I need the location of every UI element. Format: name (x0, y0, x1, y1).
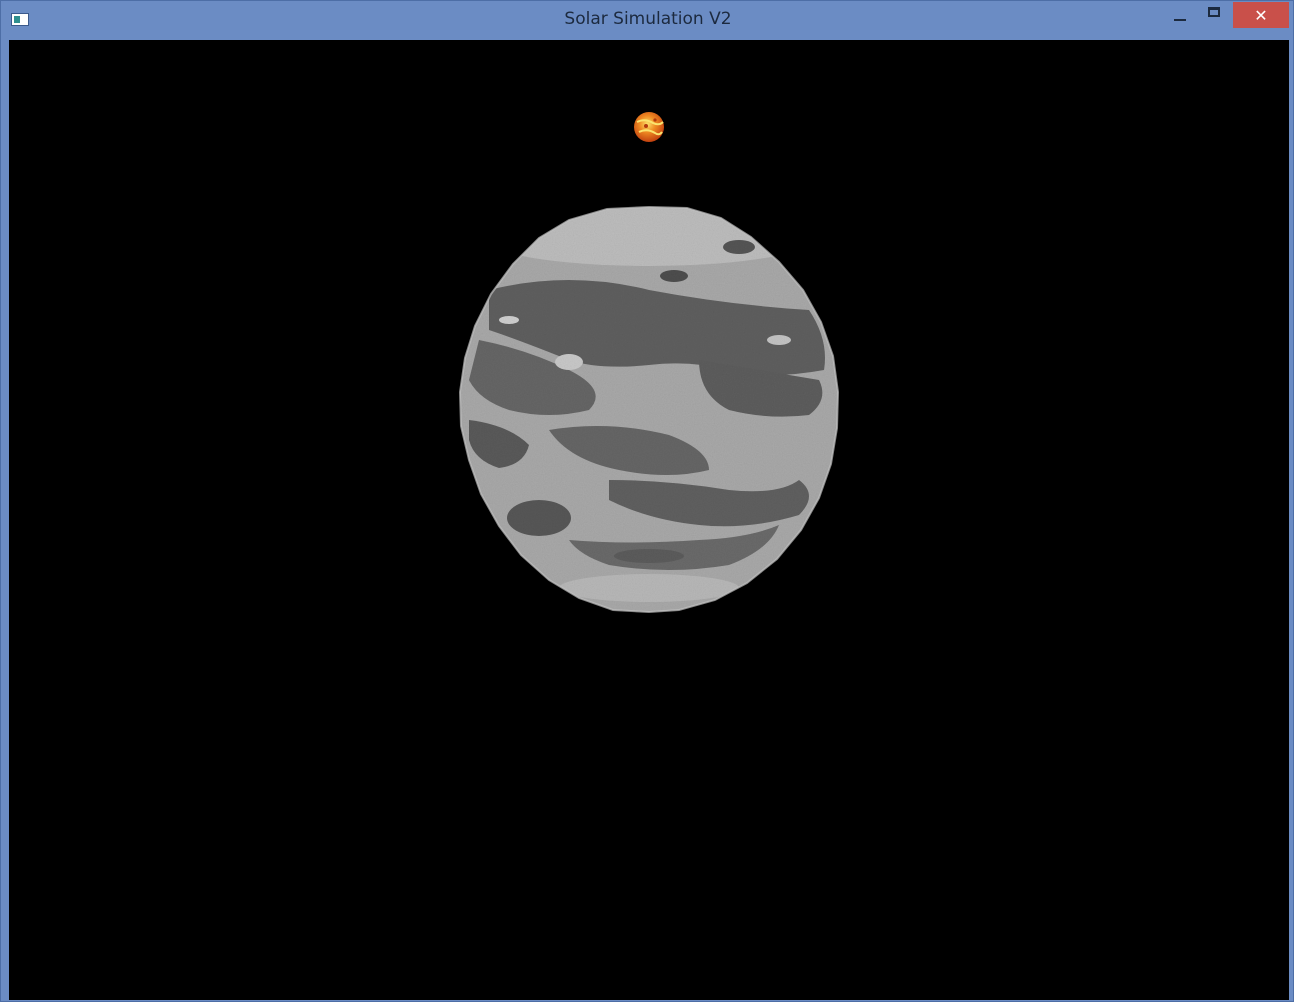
close-icon: ✕ (1254, 5, 1268, 25)
moon-body (458, 205, 840, 614)
scene-canvas (458, 112, 840, 614)
minimize-icon (1174, 19, 1186, 21)
render-viewport[interactable] (9, 40, 1289, 1000)
maximize-button[interactable] (1199, 2, 1229, 28)
window-title: Solar Simulation V2 (564, 9, 732, 29)
app-window: Solar Simulation V2 ✕ (0, 0, 1294, 1002)
sun-body (634, 112, 664, 142)
minimize-button[interactable] (1165, 2, 1195, 28)
title-bar[interactable]: Solar Simulation V2 ✕ (1, 1, 1293, 39)
close-button[interactable]: ✕ (1233, 2, 1289, 28)
maximize-icon (1208, 7, 1220, 17)
